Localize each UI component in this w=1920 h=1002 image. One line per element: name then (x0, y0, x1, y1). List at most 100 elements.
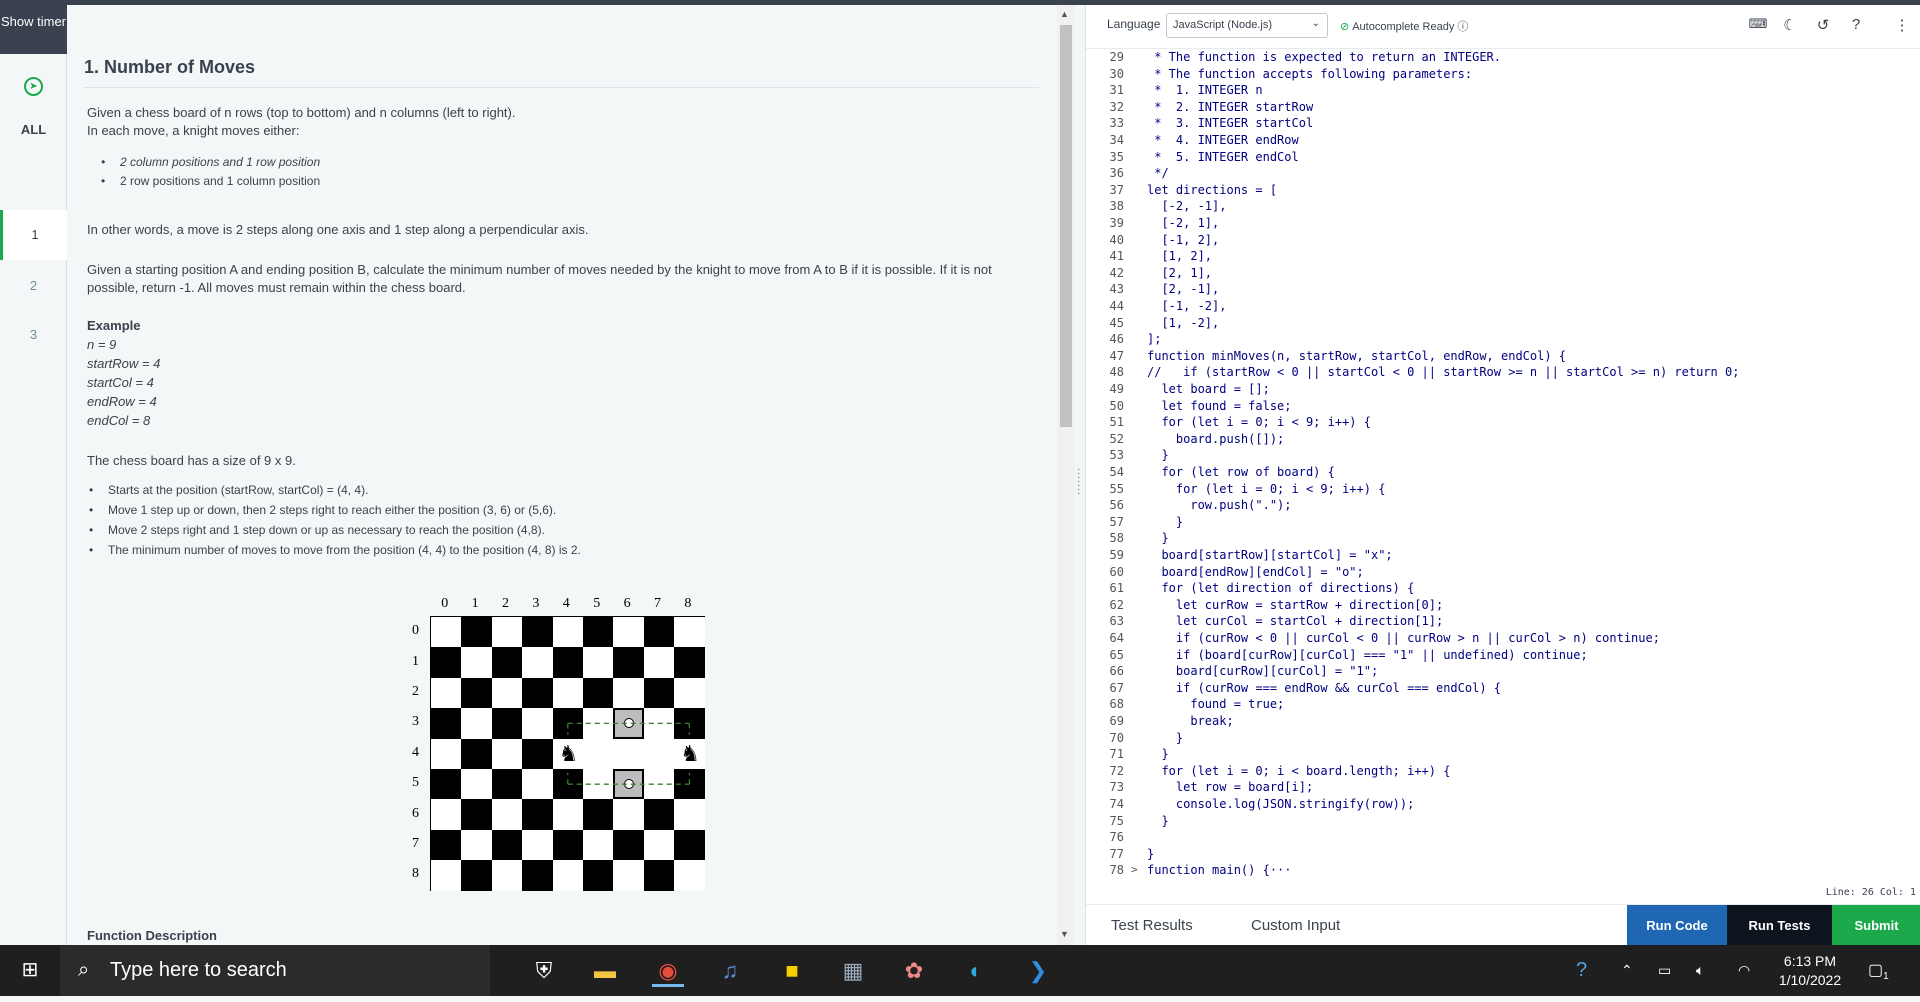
code-line[interactable]: 76 (1086, 829, 1920, 846)
code-line[interactable]: 42 [2, 1], (1086, 265, 1920, 282)
code-text: } (1147, 730, 1184, 745)
code-area[interactable]: 29 * The function is expected to return … (1086, 49, 1920, 881)
line-number: 57 (1109, 514, 1124, 529)
code-line[interactable]: 35 * 5. INTEGER endCol (1086, 149, 1920, 166)
volume-icon[interactable]: 🔈︎ (1696, 945, 1704, 996)
history-icon[interactable]: ↺ (1813, 16, 1833, 34)
code-line[interactable]: 41 [1, 2], (1086, 248, 1920, 265)
clock-time: 6:13 PM (1783, 953, 1837, 969)
code-line[interactable]: 65 if (board[curRow][curCol] === "1" || … (1086, 647, 1920, 664)
code-line[interactable]: 58 } (1086, 530, 1920, 547)
language-select[interactable]: JavaScript (Node.js) ⌄ (1166, 13, 1328, 38)
line-number: 52 (1109, 431, 1124, 446)
code-line[interactable]: 77} (1086, 846, 1920, 863)
code-line[interactable]: 36 */ (1086, 165, 1920, 182)
paint-icon[interactable]: ✿ (898, 955, 930, 987)
code-line[interactable]: 71 } (1086, 746, 1920, 763)
code-text: } (1147, 448, 1169, 463)
code-line[interactable]: 38 [-2, -1], (1086, 198, 1920, 215)
code-line[interactable]: 63 let curCol = startCol + direction[1]; (1086, 613, 1920, 630)
more-options-icon[interactable]: ⋮ (1892, 16, 1912, 34)
chevron-up-icon[interactable]: ⌃ (1621, 945, 1633, 996)
show-timer-button[interactable]: Show timer (0, 5, 67, 54)
keyboard-icon[interactable]: ⌨ (1748, 16, 1768, 32)
code-line[interactable]: 69 break; (1086, 713, 1920, 730)
problem-statement: Given a starting position A and ending p… (87, 262, 992, 295)
code-line[interactable]: 34 * 4. INTEGER endRow (1086, 132, 1920, 149)
taskbar-clock[interactable]: 6:13 PM 1/10/2022 (1765, 952, 1855, 990)
code-line[interactable]: 70 } (1086, 730, 1920, 747)
code-line[interactable]: 74 console.log(JSON.stringify(row)); (1086, 796, 1920, 813)
question-link-2[interactable]: 2 (0, 261, 67, 311)
help-tray-icon[interactable]: ? (1576, 945, 1587, 996)
code-line[interactable]: 43 [2, -1], (1086, 281, 1920, 298)
code-line[interactable]: 30 * The function accepts following para… (1086, 66, 1920, 83)
scroll-down-icon[interactable]: ▼ (1060, 929, 1069, 939)
code-line[interactable]: 48 // if (startRow < 0 || startCol < 0 ||… (1086, 364, 1920, 381)
drag-handle-icon[interactable]: · · · · · · · (1077, 465, 1083, 499)
code-line[interactable]: 53 } (1086, 447, 1920, 464)
run-tests-button[interactable]: Run Tests (1727, 905, 1832, 946)
knight-icon: ♞ (680, 740, 700, 766)
code-line[interactable]: 45 [1, -2], (1086, 315, 1920, 332)
code-line[interactable]: 57 } (1086, 514, 1920, 531)
question-link-3[interactable]: 3 (0, 310, 67, 360)
code-line[interactable]: 56 row.push("."); (1086, 497, 1920, 514)
code-line[interactable]: 55 for (let i = 0; i < 9; i++) { (1086, 481, 1920, 498)
battery-icon[interactable]: ▭ (1658, 945, 1671, 996)
vscode-icon[interactable]: ❯ (1022, 955, 1054, 987)
editor-bottom-bar: Test Results Custom Input Run Code Run T… (1086, 904, 1920, 946)
code-line[interactable]: 75 } (1086, 813, 1920, 830)
notification-icon[interactable]: ▢1 (1868, 945, 1889, 996)
autocomplete-status[interactable]: ⊘ Autocomplete Ready ⓘ (1340, 18, 1468, 34)
code-line[interactable]: 40 [-1, 2], (1086, 232, 1920, 249)
help-icon[interactable]: ? (1846, 16, 1866, 33)
code-line[interactable]: 37 let directions = [ (1086, 182, 1920, 199)
submit-button[interactable]: Submit (1832, 905, 1920, 946)
wifi-icon[interactable]: ◠ (1738, 945, 1750, 996)
code-line[interactable]: 32 * 2. INTEGER startRow (1086, 99, 1920, 116)
code-line[interactable]: 44 [-1, -2], (1086, 298, 1920, 315)
code-line[interactable]: 54 for (let row of board) { (1086, 464, 1920, 481)
code-line[interactable]: 72 for (let i = 0; i < board.length; i++… (1086, 763, 1920, 780)
code-line[interactable]: 59 board[startRow][startCol] = "x"; (1086, 547, 1920, 564)
run-code-button[interactable]: Run Code (1627, 905, 1727, 946)
code-line[interactable]: 62 let curRow = startRow + direction[0]; (1086, 597, 1920, 614)
tab-custom-input[interactable]: Custom Input (1251, 917, 1340, 934)
code-line[interactable]: 46]; (1086, 331, 1920, 348)
security-shield-icon[interactable]: ⛨ (528, 955, 560, 987)
code-line[interactable]: 51 for (let i = 0; i < 9; i++) { (1086, 414, 1920, 431)
code-line[interactable]: 31 * 1. INTEGER n (1086, 82, 1920, 99)
scroll-up-icon[interactable]: ▲ (1060, 9, 1069, 19)
code-line[interactable]: 33 * 3. INTEGER startCol (1086, 115, 1920, 132)
code-line[interactable]: 68 found = true; (1086, 696, 1920, 713)
code-line[interactable]: 73 let row = board[i]; (1086, 779, 1920, 796)
code-line[interactable]: 66 board[curRow][curCol] = "1"; (1086, 663, 1920, 680)
code-line[interactable]: 52 board.push([]); (1086, 431, 1920, 448)
audio-app-icon[interactable]: ♫ (714, 955, 746, 987)
compass-icon[interactable]: ➤ (24, 77, 43, 96)
code-line[interactable]: 47 function minMoves(n, startRow, startCo… (1086, 348, 1920, 365)
all-questions-link[interactable]: ALL (0, 122, 67, 137)
code-line[interactable]: 61 for (let direction of directions) { (1086, 580, 1920, 597)
code-line[interactable]: 29 * The function is expected to return … (1086, 49, 1920, 66)
code-line[interactable]: 67 if (curRow === endRow && curCol === e… (1086, 680, 1920, 697)
fold-chevron-icon[interactable]: > (1131, 862, 1138, 879)
taskbar-search-input[interactable]: ⌕ Type here to search (60, 945, 490, 996)
code-line[interactable]: 39 [-2, 1], (1086, 215, 1920, 232)
theme-moon-icon[interactable]: ☾ (1780, 16, 1800, 34)
question-link-1[interactable]: 1 (0, 210, 67, 260)
calculator-icon[interactable]: ▦ (837, 955, 869, 987)
file-explorer-icon[interactable]: ▬ (589, 955, 621, 987)
problem-scrollbar-thumb[interactable] (1060, 25, 1072, 427)
tab-test-results[interactable]: Test Results (1111, 917, 1193, 934)
sticky-notes-icon[interactable]: ■ (776, 955, 808, 987)
code-line[interactable]: 49 let board = []; (1086, 381, 1920, 398)
code-line[interactable]: 64 if (curRow < 0 || curCol < 0 || curRo… (1086, 630, 1920, 647)
windows-start-icon[interactable]: ⊞ (0, 945, 60, 996)
code-line[interactable]: 50 let found = false; (1086, 398, 1920, 415)
code-line[interactable]: 60 board[endRow][endCol] = "o"; (1086, 564, 1920, 581)
edge-icon[interactable]: ◐ (960, 955, 992, 987)
code-line[interactable]: 78 function main() {··· > (1086, 862, 1920, 879)
chrome-icon[interactable]: ◉ (652, 955, 684, 987)
